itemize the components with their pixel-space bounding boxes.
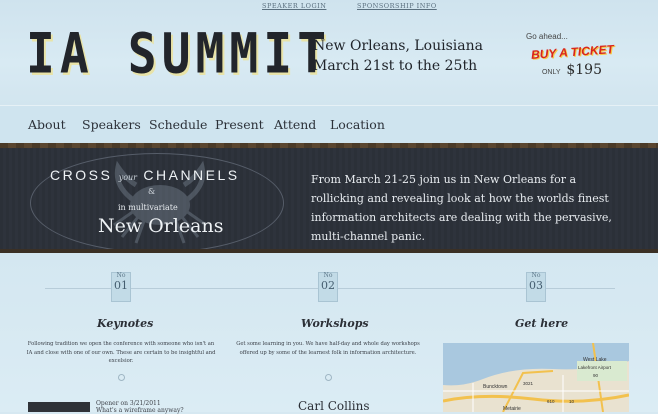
badge-no: No <box>116 272 126 279</box>
event-info: New Orleans, Louisiana March 21st to the… <box>313 36 483 76</box>
site-logo[interactable]: IA SUMMIT <box>26 22 331 86</box>
map-label-westlake: West Lake <box>583 357 607 363</box>
badge-number: 03 <box>529 279 543 292</box>
route-10: 10 <box>569 399 575 404</box>
map-label-airport: Lakefront Airport <box>578 365 612 370</box>
badge-number: 01 <box>114 279 128 292</box>
multivariate-text: in multivariate <box>118 203 178 212</box>
nav-present[interactable]: Present <box>215 117 264 132</box>
wood-strip <box>0 143 658 148</box>
route-3021: 3021 <box>523 381 534 386</box>
badge-03: No 03 <box>526 272 546 302</box>
price-value: $195 <box>566 62 602 78</box>
badge-number: 02 <box>321 279 335 292</box>
sponsorship-info-link[interactable]: SPONSORSHIP INFO <box>357 2 437 10</box>
cross-word: CROSS <box>50 167 113 183</box>
nav-attend[interactable]: Attend <box>274 117 316 132</box>
keynotes-text: Following tradition we open the conferen… <box>26 341 216 364</box>
map-label-buncktown: Buncktown <box>483 384 508 390</box>
nav-speakers[interactable]: Speakers <box>82 117 141 132</box>
features-section: No 01 No 02 No 03 Keynotes Workshops Get… <box>0 253 658 414</box>
hero-title: CROSS your CHANNELS <box>50 167 240 183</box>
keynotes-more-icon[interactable] <box>118 374 125 381</box>
speaker-talk: What's a wireframe anyway? <box>96 407 184 414</box>
workshops-more-icon[interactable] <box>325 374 332 381</box>
map-graphic: West Lake Lakefront Airport Buncktown Me… <box>443 343 629 412</box>
nav-about[interactable]: About <box>28 117 66 132</box>
header: SPEAKER LOGIN SPONSORSHIP INFO IA SUMMIT… <box>0 0 658 105</box>
speaker-name[interactable]: Carl Collins <box>298 399 370 413</box>
ticket-promo[interactable]: Go ahead... BUY A TICKET ONLY $195 <box>522 32 622 78</box>
route-90: 90 <box>593 373 599 378</box>
nav-schedule[interactable]: Schedule <box>149 117 207 132</box>
top-links: SPEAKER LOGIN SPONSORSHIP INFO <box>262 2 465 10</box>
get-here-title[interactable]: Get here <box>515 317 568 330</box>
your-word: your <box>118 173 137 182</box>
keynotes-title[interactable]: Keynotes <box>97 317 153 330</box>
buy-ticket-button[interactable]: BUY A TICKET <box>530 42 614 62</box>
location-map[interactable]: West Lake Lakefront Airport Buncktown Me… <box>443 343 629 412</box>
only-label: ONLY <box>541 69 561 76</box>
map-label-metairie: Metairie <box>503 406 521 412</box>
badge-01: No 01 <box>111 272 131 302</box>
ampersand: & <box>148 187 156 196</box>
city-name: New Orleans <box>98 215 224 237</box>
speaker-login-link[interactable]: SPEAKER LOGIN <box>262 2 326 10</box>
badge-no: No <box>531 272 541 279</box>
route-610: 610 <box>547 399 555 404</box>
ticket-price: ONLY $195 <box>522 62 622 78</box>
channels-word: CHANNELS <box>143 167 240 183</box>
main-nav: About Speakers Schedule Present Attend L… <box>0 105 658 145</box>
event-location: New Orleans, Louisiana <box>313 38 483 54</box>
hero-banner: CROSS your CHANNELS & in multivariate Ne… <box>0 143 658 253</box>
nav-location[interactable]: Location <box>330 117 385 132</box>
workshops-title[interactable]: Workshops <box>301 317 369 330</box>
badge-no: No <box>323 272 333 279</box>
workshops-text: Get some learning in you. We have half-d… <box>236 341 420 356</box>
badge-02: No 02 <box>318 272 338 302</box>
event-dates: March 21st to the 25th <box>313 58 478 74</box>
go-ahead-text: Go ahead... <box>526 32 568 41</box>
speaker-date: Opener on 3/21/2011 <box>96 400 161 407</box>
hero-blurb: From March 21-25 join us in New Orleans … <box>311 173 612 243</box>
speaker-photo <box>28 402 90 412</box>
